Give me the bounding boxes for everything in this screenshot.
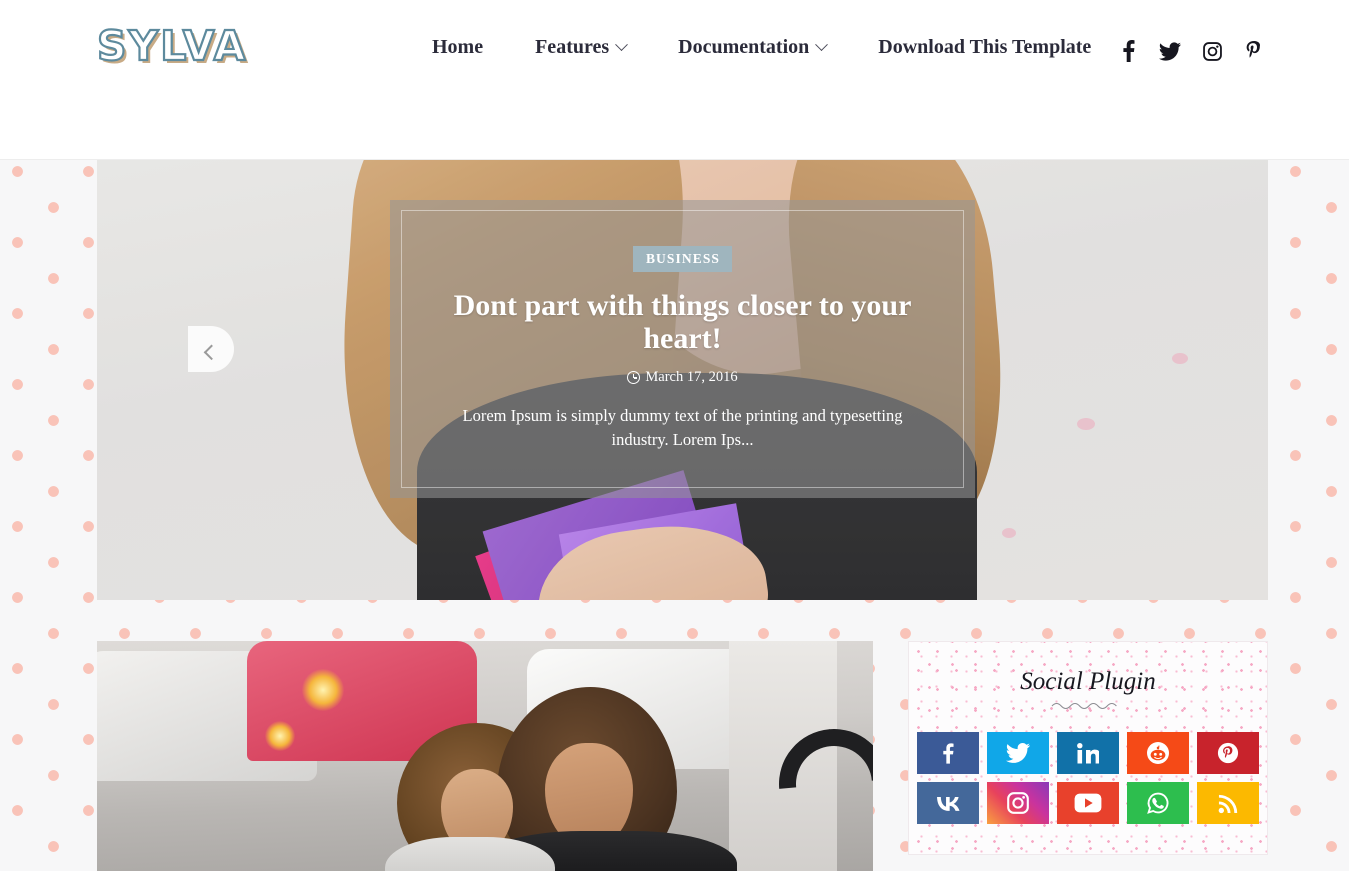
widget-title: Social Plugin <box>1020 668 1156 695</box>
chevron-left-icon <box>203 344 219 360</box>
nav-item-label: Documentation <box>678 36 810 58</box>
social-button-whatsapp[interactable] <box>1127 782 1189 824</box>
social-button-twitter[interactable] <box>987 732 1049 774</box>
social-button-linkedin[interactable] <box>1057 732 1119 774</box>
nav-item-label: Download This Template <box>878 36 1092 58</box>
site-logo[interactable]: SYLVA <box>96 24 247 67</box>
social-button-reddit[interactable] <box>1127 732 1189 774</box>
header-inner: SYLVA Home Features Documentation Downlo… <box>0 0 1349 99</box>
post-thumbnail-image <box>97 641 873 871</box>
nav-item-features[interactable]: Features <box>509 36 652 59</box>
hero-category-badge[interactable]: BUSINESS <box>632 245 733 272</box>
hero-date: March 17, 2016 <box>627 368 738 386</box>
facebook-icon[interactable] <box>1115 38 1141 64</box>
nav-item-documentation[interactable]: Documentation <box>652 36 852 59</box>
main-navigation: Home Features Documentation Download Thi… <box>432 36 1117 59</box>
nav-item-home[interactable]: Home <box>432 36 509 59</box>
social-plugin-widget: Social Plugin <box>908 641 1268 855</box>
social-button-vk[interactable] <box>917 782 979 824</box>
site-header: SYLVA Home Features Documentation Downlo… <box>0 0 1349 160</box>
chevron-down-icon <box>615 38 629 52</box>
hero-title[interactable]: Dont part with things closer to your hea… <box>450 289 915 356</box>
social-button-rss[interactable] <box>1197 782 1259 824</box>
instagram-icon[interactable] <box>1199 38 1225 64</box>
social-buttons-grid <box>909 732 1267 824</box>
hero-slide-caption: BUSINESS Dont part with things closer to… <box>390 200 975 498</box>
nav-item-download-this-template[interactable]: Download This Template <box>852 36 1117 59</box>
hero-excerpt: Lorem Ipsum is simply dummy text of the … <box>462 405 903 450</box>
post-list-item[interactable] <box>97 641 873 871</box>
header-social-links <box>1115 38 1267 64</box>
social-button-youtube[interactable] <box>1057 782 1119 824</box>
chevron-down-icon <box>815 38 829 52</box>
nav-item-label: Home <box>432 36 484 58</box>
nav-item-label: Features <box>535 36 610 58</box>
hero-date-text: March 17, 2016 <box>645 368 738 385</box>
slider-prev-button[interactable] <box>188 326 234 372</box>
twitter-icon[interactable] <box>1157 38 1183 64</box>
pinterest-icon[interactable] <box>1241 38 1267 64</box>
social-button-pinterest[interactable] <box>1197 732 1259 774</box>
squiggle-divider-icon <box>1051 702 1117 710</box>
social-button-instagram[interactable] <box>987 782 1049 824</box>
clock-icon <box>627 370 641 384</box>
hero-slider: BUSINESS Dont part with things closer to… <box>97 98 1268 600</box>
social-button-facebook[interactable] <box>917 732 979 774</box>
